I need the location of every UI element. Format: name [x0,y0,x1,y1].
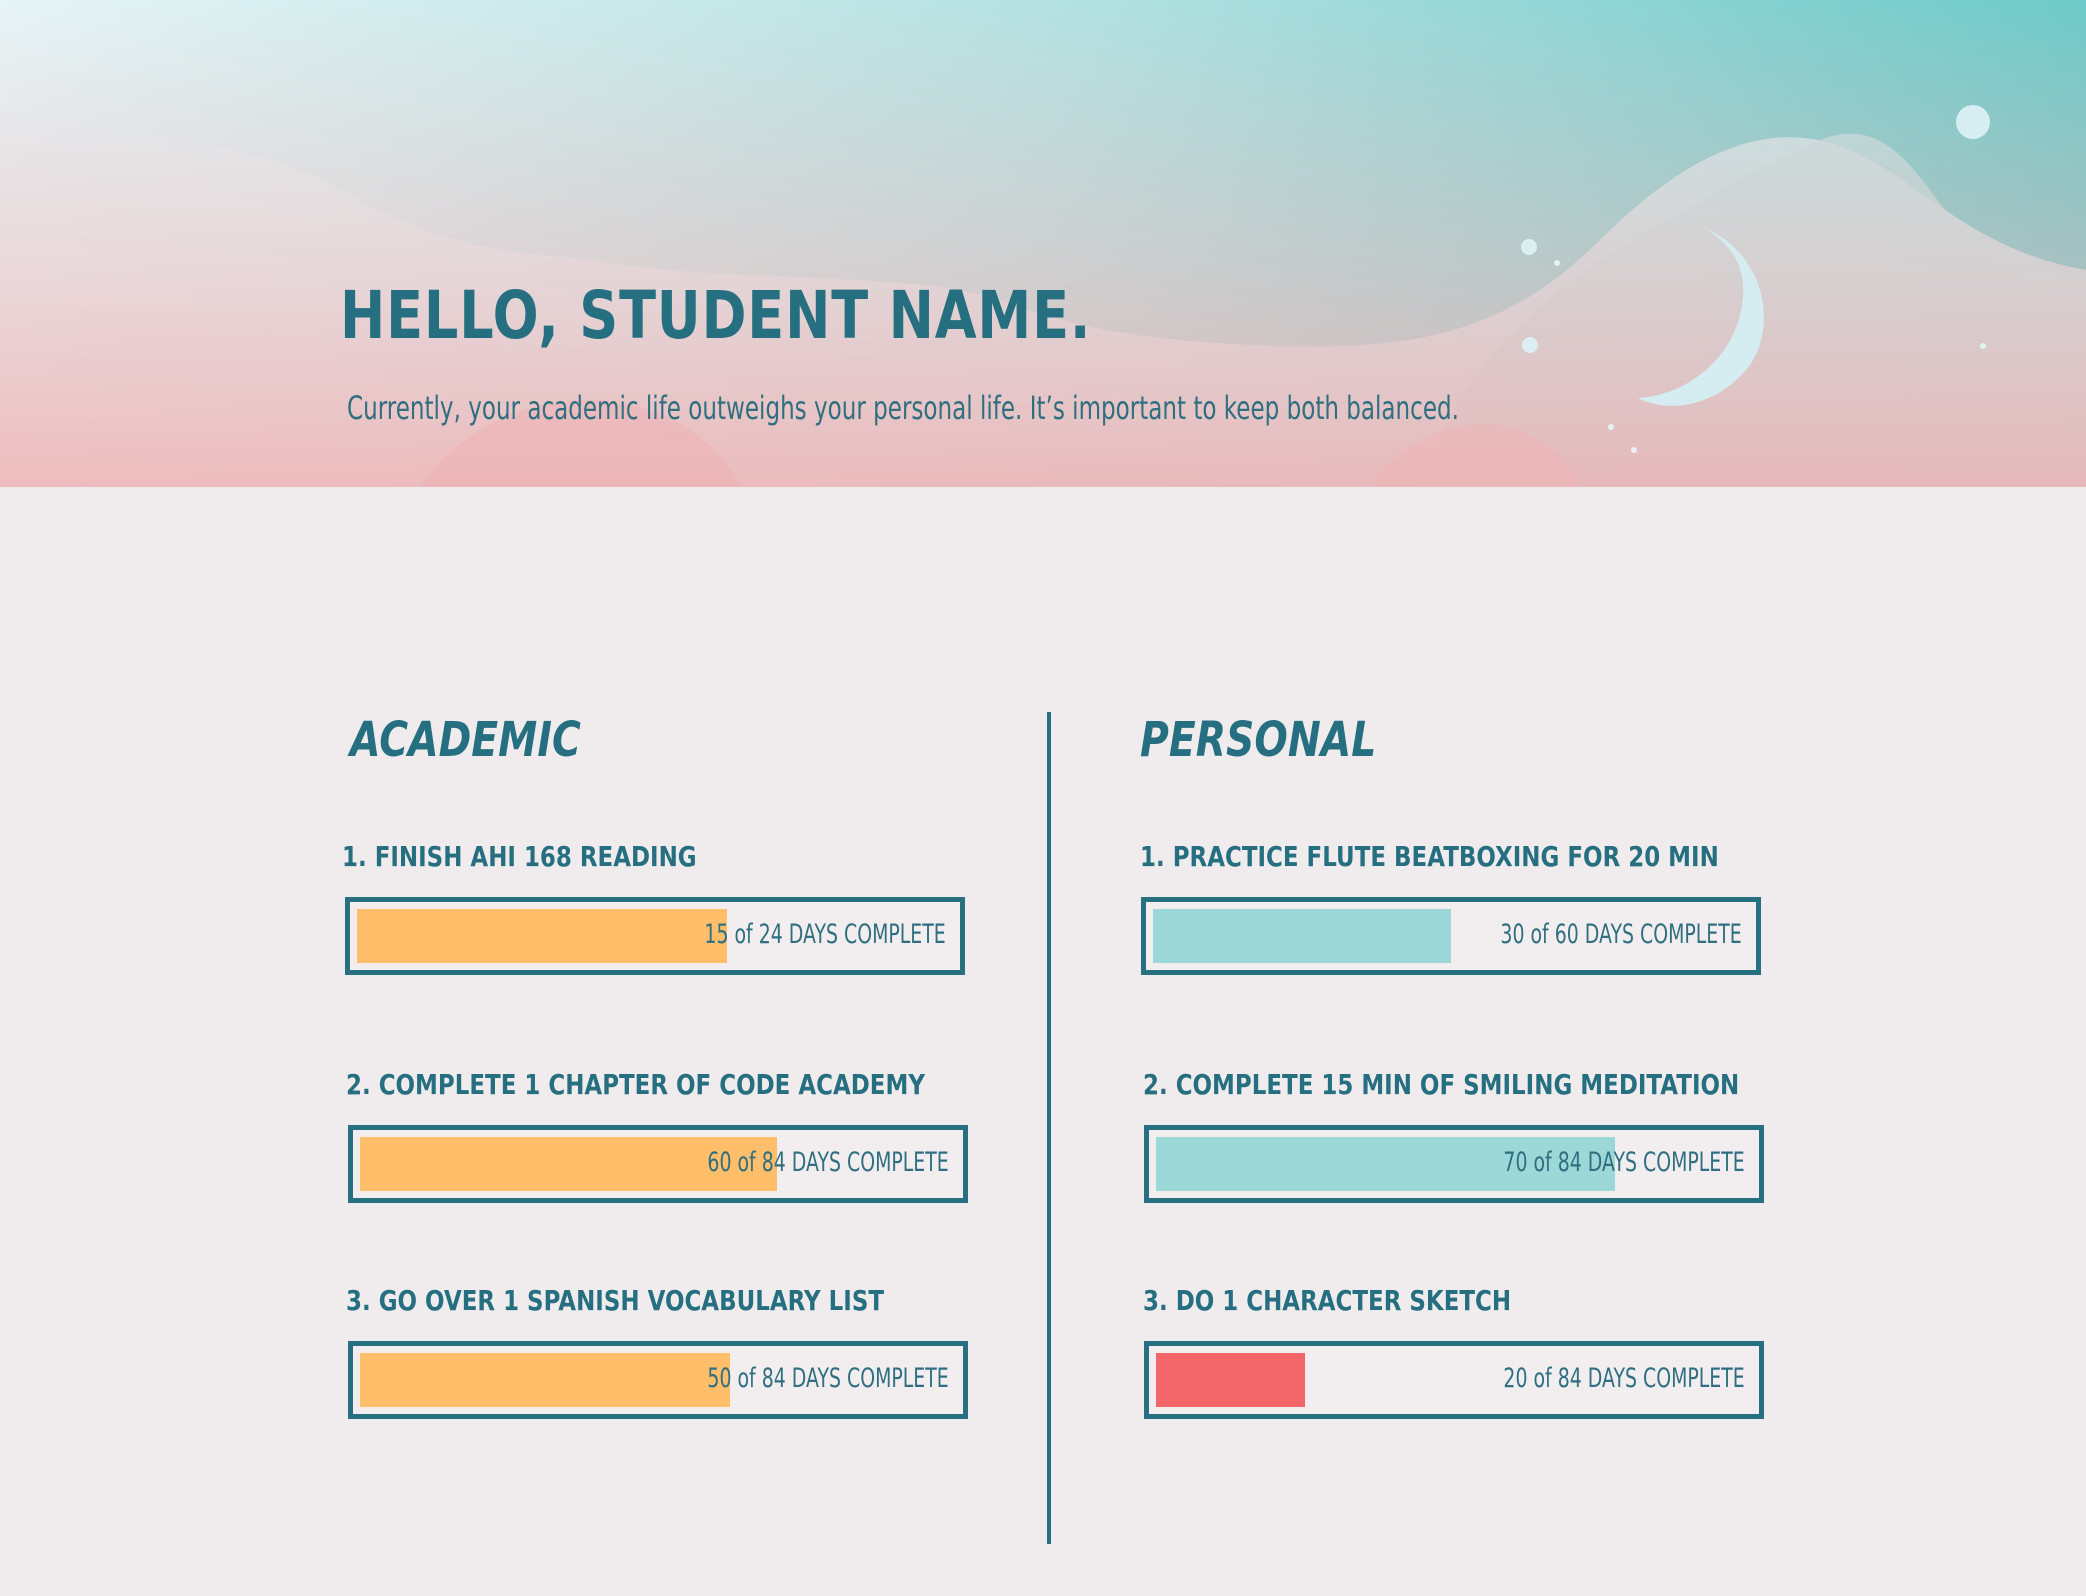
academic-goal-3-label: 3. GO OVER 1 SPANISH VOCABULARY LIST [346,1284,885,1317]
progress-status: 30 of 60 DAYS COMPLETE [1500,919,1742,950]
personal-goal-1-label: 1. PRACTICE FLUTE BEATBOXING FOR 20 MIN [1140,840,1719,873]
star-icon [1980,343,1986,349]
personal-goal-1-progress-bar: 30 of 60 DAYS COMPLETE [1141,897,1761,975]
personal-section-title: PERSONAL [1140,712,1377,768]
academic-section-title: ACADEMIC [350,712,581,768]
personal-goal-2-label: 2. COMPLETE 15 MIN OF SMILING MEDITATION [1143,1068,1740,1101]
progress-status: 50 of 84 DAYS COMPLETE [707,1363,949,1394]
progress-status: 70 of 84 DAYS COMPLETE [1503,1147,1745,1178]
progress-fill [360,1353,730,1407]
star-icon [1631,447,1637,453]
personal-goal-3-progress-bar: 20 of 84 DAYS COMPLETE [1144,1341,1764,1419]
academic-goal-1-label: 1. FINISH AHI 168 READING [342,840,697,873]
star-icon [1956,105,1990,139]
star-icon [1554,260,1560,266]
star-icon [1522,337,1538,353]
hero-banner: HELLO, STUDENT NAME. Currently, your aca… [0,0,2086,487]
personal-goal-3-label: 3. DO 1 CHARACTER SKETCH [1143,1284,1512,1317]
star-icon [1608,424,1614,430]
academic-goal-1-progress-bar: 15 of 24 DAYS COMPLETE [345,897,965,975]
progress-fill [1153,909,1451,963]
column-divider [1047,712,1051,1544]
progress-status: 60 of 84 DAYS COMPLETE [707,1147,949,1178]
page-title: HELLO, STUDENT NAME. [340,277,1092,354]
academic-goal-2-progress-bar: 60 of 84 DAYS COMPLETE [348,1125,968,1203]
progress-fill [1156,1353,1305,1407]
progress-status: 20 of 84 DAYS COMPLETE [1503,1363,1745,1394]
progress-fill [357,909,727,963]
personal-goal-2-progress-bar: 70 of 84 DAYS COMPLETE [1144,1125,1764,1203]
academic-goal-2-label: 2. COMPLETE 1 CHAPTER OF CODE ACADEMY [346,1068,925,1101]
star-icon [1521,239,1537,255]
balance-message: Currently, your academic life outweighs … [347,389,1459,427]
progress-status: 15 of 24 DAYS COMPLETE [704,919,946,950]
academic-goal-3-progress-bar: 50 of 84 DAYS COMPLETE [348,1341,968,1419]
